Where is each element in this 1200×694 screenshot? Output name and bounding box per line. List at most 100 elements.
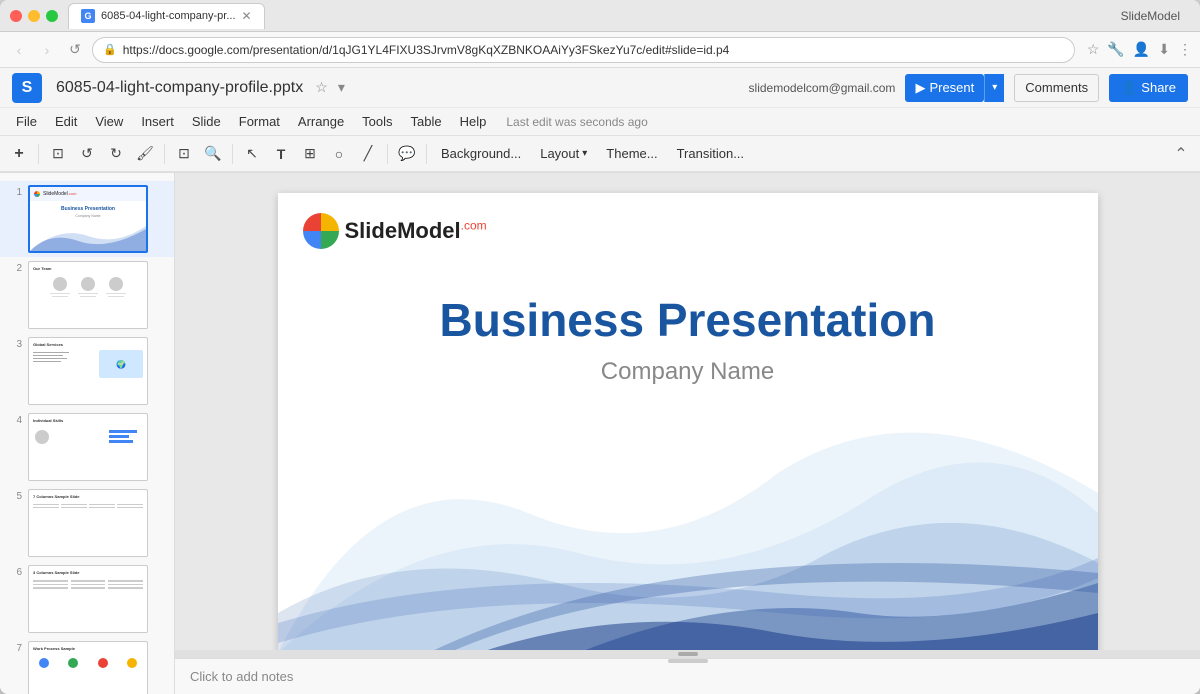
- fullscreen-button[interactable]: [46, 10, 58, 22]
- slide-number-6: 6: [8, 565, 22, 578]
- slide-thumb-3[interactable]: Global Services 🌍: [28, 337, 148, 405]
- slide-item-1[interactable]: 1 SlideModel.com Business Presentation C…: [0, 181, 174, 257]
- toolbar-separator-2: [164, 144, 165, 164]
- cursor-tool[interactable]: ↖: [239, 141, 265, 167]
- folder-icon[interactable]: ▾: [338, 79, 345, 96]
- app-icon-letter: S: [22, 79, 33, 97]
- shape-tool[interactable]: ○: [326, 141, 352, 167]
- tab-close-icon[interactable]: ✕: [242, 9, 252, 23]
- slide-item-5[interactable]: 5 7 Columns Sample Slide: [0, 485, 174, 561]
- download-icon[interactable]: ⬇: [1158, 41, 1170, 58]
- notes-bar: Click to add notes: [175, 658, 1200, 694]
- add-button[interactable]: +: [6, 141, 32, 167]
- user-email: slidemodelcom@gmail.com: [749, 81, 896, 95]
- layout-chevron-icon: ▾: [582, 148, 587, 159]
- toolbar-separator-4: [387, 144, 388, 164]
- title-row: S 6085-04-light-company-profile.pptx ☆ ▾…: [0, 68, 1200, 108]
- logo-dot: .com: [461, 219, 487, 233]
- slides-panel: 1 SlideModel.com Business Presentation C…: [0, 173, 175, 694]
- close-button[interactable]: [10, 10, 22, 22]
- paint-format-button[interactable]: 🖌: [132, 141, 158, 167]
- theme-button[interactable]: Theme...: [598, 143, 665, 164]
- play-icon: ▶: [915, 80, 925, 96]
- background-button[interactable]: Background...: [433, 143, 529, 164]
- present-button[interactable]: ▶ Present: [905, 74, 984, 102]
- browser-window: G 6085-04-light-company-pr... ✕ SlideMod…: [0, 0, 1200, 694]
- slide-thumb-4[interactable]: Individual Skills: [28, 413, 148, 481]
- slide-thumb-2[interactable]: Our Team: [28, 261, 148, 329]
- slide-number-2: 2: [8, 261, 22, 274]
- zoom-fit-button[interactable]: ⊡: [171, 141, 197, 167]
- present-button-group: ▶ Present ▾: [905, 74, 1004, 102]
- slide-number-4: 4: [8, 413, 22, 426]
- slide-subheading[interactable]: Company Name: [278, 358, 1098, 386]
- bookmark-icon[interactable]: ☆: [1087, 41, 1100, 58]
- url-bar[interactable]: 🔒 https://docs.google.com/presentation/d…: [92, 37, 1075, 63]
- print-button[interactable]: ⊡: [45, 141, 71, 167]
- notes-placeholder[interactable]: Click to add notes: [190, 669, 293, 684]
- title-bar: G 6085-04-light-company-pr... ✕ SlideMod…: [0, 0, 1200, 32]
- app-content: S 6085-04-light-company-profile.pptx ☆ ▾…: [0, 68, 1200, 694]
- minimize-button[interactable]: [28, 10, 40, 22]
- wave-decoration: [278, 393, 1098, 650]
- main-canvas-area: SlideModel.com Business Presentation Com…: [175, 173, 1200, 694]
- zoom-button[interactable]: 🔍: [200, 141, 226, 167]
- comment-tool[interactable]: 💬: [394, 141, 420, 167]
- line-tool[interactable]: ╱: [355, 141, 381, 167]
- slide-canvas[interactable]: SlideModel.com Business Presentation Com…: [278, 193, 1098, 650]
- menu-format[interactable]: Format: [231, 111, 288, 132]
- menu-icon[interactable]: ⋮: [1178, 41, 1192, 58]
- menu-edit[interactable]: Edit: [47, 111, 85, 132]
- slide-thumb-1[interactable]: SlideModel.com Business Presentation Com…: [28, 185, 148, 253]
- tab-favicon: G: [81, 9, 95, 23]
- slide-number-1: 1: [8, 185, 22, 198]
- slide-item-6[interactable]: 6 3 Columns Sample Slide: [0, 561, 174, 637]
- slide-item-7[interactable]: 7 Work Process Sample: [0, 637, 174, 694]
- slide-thumb-7[interactable]: Work Process Sample: [28, 641, 148, 694]
- profile-icon[interactable]: 👤: [1133, 41, 1150, 58]
- toolbar-separator-5: [426, 144, 427, 164]
- app-icon: S: [12, 73, 42, 103]
- logo-circle-icon: [303, 213, 339, 249]
- menu-slide[interactable]: Slide: [184, 111, 229, 132]
- menu-insert[interactable]: Insert: [133, 111, 182, 132]
- slide-item-4[interactable]: 4 Individual Skills: [0, 409, 174, 485]
- menu-bar: File Edit View Insert Slide Format Arran…: [0, 108, 1200, 136]
- slide-thumb-6[interactable]: 3 Columns Sample Slide: [28, 565, 148, 633]
- share-button[interactable]: 👤 Share: [1109, 74, 1188, 102]
- scroll-handle[interactable]: [678, 652, 698, 656]
- menu-help[interactable]: Help: [452, 111, 495, 132]
- extensions-icon[interactable]: 🔧: [1107, 41, 1124, 58]
- menu-view[interactable]: View: [87, 111, 131, 132]
- forward-button[interactable]: ›: [36, 39, 58, 61]
- slide-item-3[interactable]: 3 Global Services 🌍: [0, 333, 174, 409]
- present-dropdown-button[interactable]: ▾: [984, 74, 1004, 102]
- transition-button[interactable]: Transition...: [669, 143, 752, 164]
- image-tool[interactable]: ⊞: [297, 141, 323, 167]
- traffic-lights: [10, 10, 58, 22]
- slide-item-2[interactable]: 2 Our Team: [0, 257, 174, 333]
- slide-heading[interactable]: Business Presentation: [278, 293, 1098, 347]
- url-text: https://docs.google.com/presentation/d/1…: [123, 43, 1064, 57]
- comments-button[interactable]: Comments: [1014, 74, 1099, 102]
- drag-handle[interactable]: [668, 659, 708, 663]
- menu-table[interactable]: Table: [403, 111, 450, 132]
- toolbar-collapse-button[interactable]: ⌃: [1168, 141, 1194, 167]
- secure-icon: 🔒: [103, 43, 117, 56]
- star-icon[interactable]: ☆: [315, 79, 328, 96]
- layout-button[interactable]: Layout ▾: [532, 143, 595, 164]
- back-button[interactable]: ‹: [8, 39, 30, 61]
- menu-arrange[interactable]: Arrange: [290, 111, 352, 132]
- text-tool[interactable]: T: [268, 141, 294, 167]
- menu-file[interactable]: File: [8, 111, 45, 132]
- browser-brand: SlideModel: [1121, 9, 1190, 23]
- app-header: S 6085-04-light-company-profile.pptx ☆ ▾…: [0, 68, 1200, 173]
- redo-button[interactable]: ↻: [103, 141, 129, 167]
- menu-tools[interactable]: Tools: [354, 111, 400, 132]
- slide-thumb-content-5: 7 Columns Sample Slide: [29, 490, 147, 556]
- browser-tab[interactable]: G 6085-04-light-company-pr... ✕: [68, 3, 265, 29]
- slide-thumb-5[interactable]: 7 Columns Sample Slide: [28, 489, 148, 557]
- toolbar: + ⊡ ↺ ↻ 🖌 ⊡ 🔍 ↖ T ⊞ ○ ╱ 💬 Background.: [0, 136, 1200, 172]
- undo-button[interactable]: ↺: [74, 141, 100, 167]
- reload-button[interactable]: ↺: [64, 39, 86, 61]
